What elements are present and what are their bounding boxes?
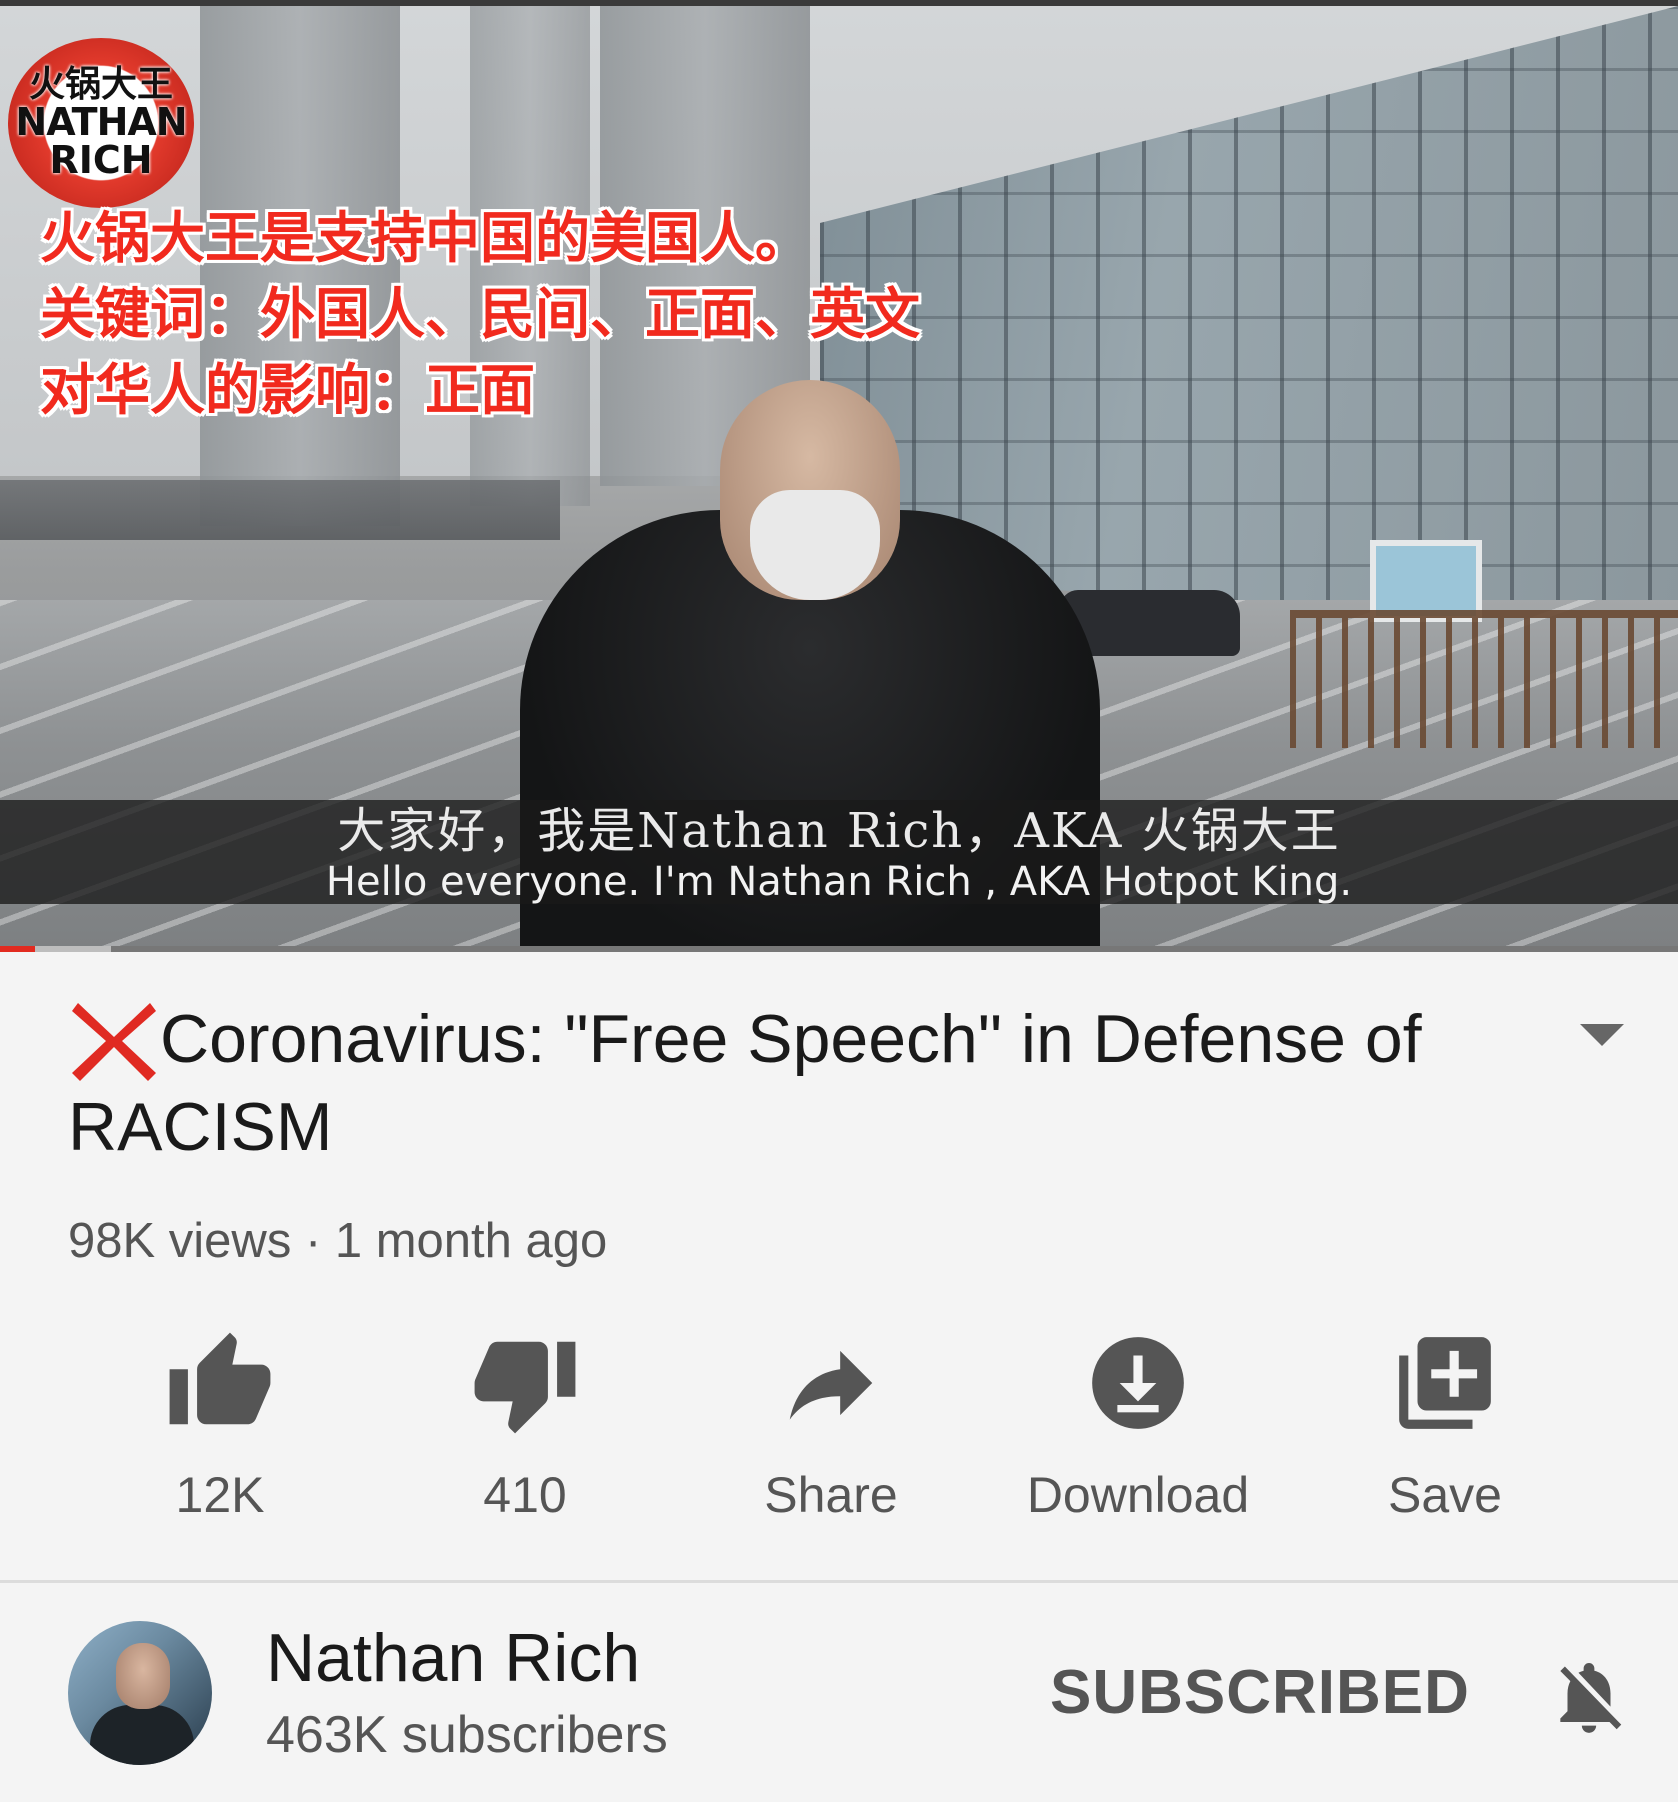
avatar-face <box>116 1643 170 1709</box>
thumbs-down-icon <box>474 1341 576 1434</box>
dislike-count: 410 <box>483 1467 567 1523</box>
logo-text-last: RICH <box>49 138 153 182</box>
avatar-body <box>90 1705 194 1765</box>
download-icon <box>1092 1337 1184 1429</box>
avatar[interactable] <box>68 1621 212 1765</box>
caption-band: 大家好，我是Nathan Rich，AKA 火锅大王 Hello everyon… <box>0 800 1678 904</box>
like-button[interactable]: 12K <box>70 1328 370 1523</box>
share-arrow-icon <box>789 1350 873 1420</box>
video-frame-fence <box>1290 610 1678 748</box>
action-bar: 12K 410 Share Download Save <box>0 1328 1678 1523</box>
dislike-button[interactable]: 410 <box>375 1328 675 1523</box>
logo-text-zh: 火锅大王 <box>28 64 173 105</box>
upload-age: 1 month ago <box>334 1214 608 1268</box>
video-title-text: Coronavirus: "Free Speech" in Defense of… <box>68 1001 1422 1165</box>
progress-bar[interactable] <box>0 946 1678 952</box>
subscriber-count: 463K subscribers <box>266 1706 668 1764</box>
video-player[interactable]: 火锅大王 NATHAN RICH 火锅大王是支持中国的美国人。 关键词：外国人、… <box>0 0 1678 952</box>
download-label: Download <box>1026 1467 1250 1523</box>
caption-english: Hello everyone. I'm Nathan Rich , AKA Ho… <box>325 859 1353 905</box>
caption-chinese: 大家好，我是Nathan Rich，AKA 火锅大王 <box>337 803 1341 859</box>
annotation-line: 火锅大王是支持中国的美国人。 <box>40 206 811 270</box>
thumbs-up-icon <box>169 1332 271 1425</box>
save-label: Save <box>1388 1467 1502 1523</box>
channel-watermark-logo: 火锅大王 NATHAN RICH <box>8 38 194 208</box>
video-meta: 98K views · 1 month ago <box>68 1213 607 1269</box>
red-x-icon <box>72 1003 156 1081</box>
add-to-playlist-icon <box>1399 1337 1491 1429</box>
channel-row: Nathan Rich 463K subscribers SUBSCRIBED <box>0 1585 1678 1802</box>
annotation-line: 对华人的影响：正面 <box>40 358 536 422</box>
meta-separator: · <box>291 1214 335 1268</box>
logo-text-first: NATHAN <box>15 100 187 144</box>
like-count: 12K <box>175 1467 265 1523</box>
annotation-line: 关键词：外国人、民间、正面、英文 <box>40 282 921 346</box>
share-button[interactable]: Share <box>681 1328 981 1523</box>
download-button[interactable]: Download <box>988 1328 1288 1523</box>
section-divider <box>0 1580 1678 1583</box>
chevron-down-icon[interactable] <box>1580 1024 1624 1046</box>
share-label: Share <box>764 1467 898 1523</box>
video-title: Coronavirus: "Free Speech" in Defense of… <box>68 995 1548 1171</box>
bell-off-icon[interactable] <box>1546 1649 1632 1745</box>
save-button[interactable]: Save <box>1295 1328 1595 1523</box>
view-count: 98K views <box>68 1214 292 1268</box>
channel-name[interactable]: Nathan Rich <box>266 1619 640 1697</box>
video-title-row[interactable]: Coronavirus: "Free Speech" in Defense of… <box>68 995 1548 1171</box>
person-mask <box>750 490 880 600</box>
annotation-overlay: 火锅大王是支持中国的美国人。 关键词：外国人、民间、正面、英文 对华人的影响：正… <box>40 200 920 428</box>
subscribed-button[interactable]: SUBSCRIBED <box>1050 1657 1470 1728</box>
progress-played <box>0 946 36 952</box>
video-frame-bridge <box>0 480 560 540</box>
